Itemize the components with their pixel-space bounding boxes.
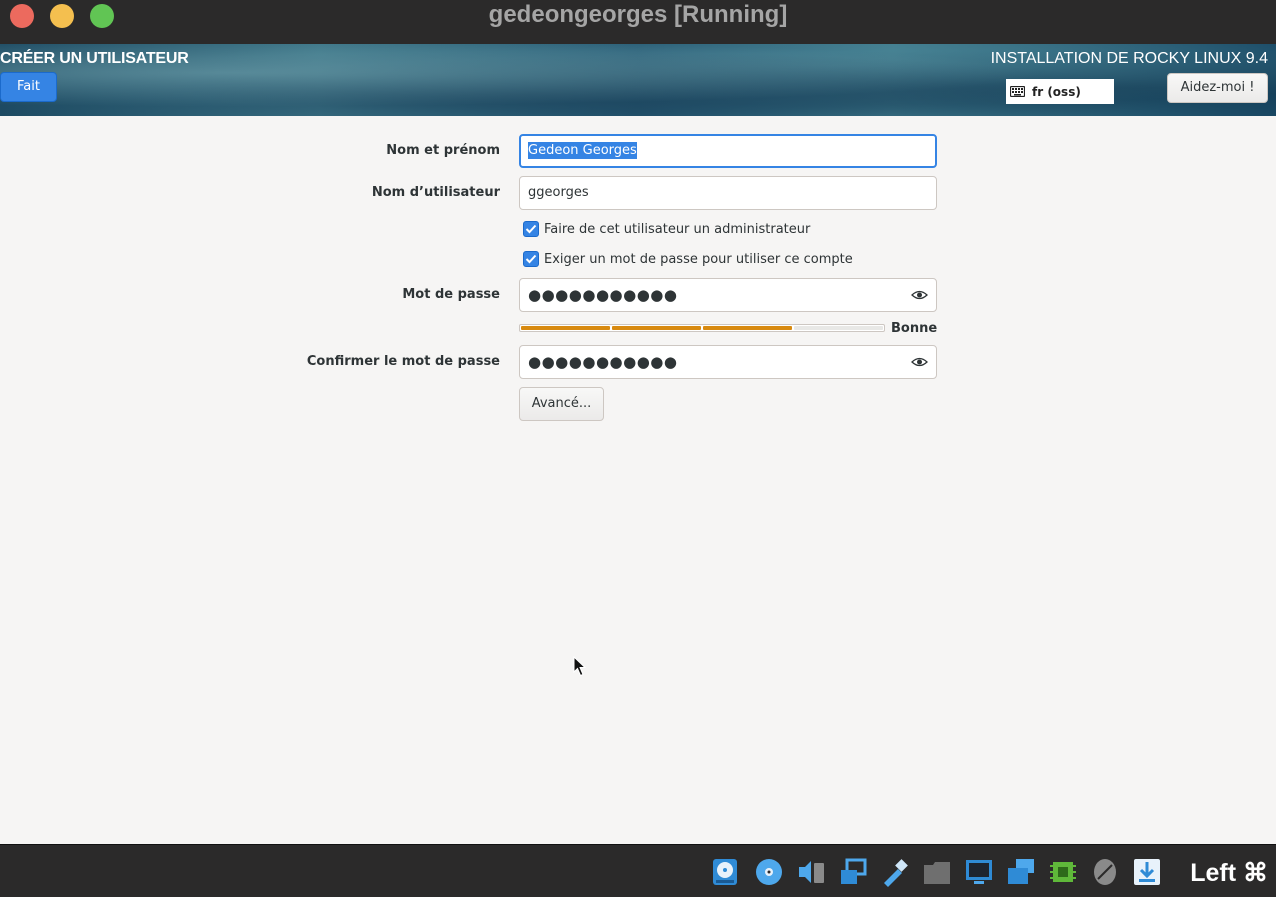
audio-icon[interactable]	[796, 857, 826, 887]
display-icon[interactable]	[964, 857, 994, 887]
cpu-icon[interactable]	[1048, 857, 1078, 887]
username-label: Nom d’utilisateur	[371, 185, 500, 200]
window-title: gedeongeorges [Running]	[488, 1, 788, 28]
strength-segment	[703, 326, 792, 330]
spoke-title: CRÉER UN UTILISATEUR	[0, 50, 189, 67]
vm-window-titlebar: gedeongeorges [Running]	[0, 0, 1276, 45]
admin-checkbox-row[interactable]: Faire de cet utilisateur un administrate…	[523, 221, 810, 237]
host-key-label: Left ⌘	[1190, 859, 1268, 887]
optical-disk-icon[interactable]	[754, 857, 784, 887]
fullname-input[interactable]: Gedeon Georges	[519, 134, 937, 168]
username-input[interactable]: ggeorges	[519, 176, 937, 210]
keyboard-capture-icon[interactable]	[1132, 857, 1162, 887]
checkmark-icon	[525, 224, 537, 234]
confirm-password-label: Confirmer le mot de passe	[306, 354, 500, 369]
require-password-checkbox[interactable]	[523, 251, 539, 267]
hard-disk-icon[interactable]	[710, 857, 740, 887]
fullname-value: Gedeon Georges	[528, 142, 637, 159]
fullname-label: Nom et prénom	[386, 143, 500, 158]
keyboard-layout-indicator[interactable]: fr (oss)	[1006, 79, 1114, 104]
vm-status-bar: Left ⌘	[0, 844, 1276, 897]
password-input[interactable]: ●●●●●●●●●●●	[519, 278, 937, 312]
require-password-checkbox-row[interactable]: Exiger un mot de passe pour utiliser ce …	[523, 251, 853, 267]
password-label: Mot de passe	[402, 287, 500, 302]
product-title: INSTALLATION DE ROCKY LINUX 9.4	[990, 50, 1268, 67]
show-password-eye-icon[interactable]	[911, 356, 928, 368]
confirm-password-value: ●●●●●●●●●●●	[528, 353, 678, 371]
strength-segment	[612, 326, 701, 330]
show-password-eye-icon[interactable]	[911, 289, 928, 301]
recording-icon[interactable]	[1006, 857, 1036, 887]
strength-segment	[794, 326, 883, 330]
password-strength-bar	[519, 324, 885, 332]
password-strength-label: Bonne	[891, 321, 938, 336]
admin-checkbox[interactable]	[523, 221, 539, 237]
done-button[interactable]: Fait	[0, 72, 57, 102]
require-password-checkbox-label: Exiger un mot de passe pour utiliser ce …	[544, 251, 853, 267]
keyboard-layout-label: fr (oss)	[1032, 84, 1081, 99]
password-value: ●●●●●●●●●●●	[528, 286, 678, 304]
confirm-password-input[interactable]: ●●●●●●●●●●●	[519, 345, 937, 379]
username-value: ggeorges	[528, 185, 589, 200]
shared-folders-icon[interactable]	[922, 857, 952, 887]
admin-checkbox-label: Faire de cet utilisateur un administrate…	[544, 221, 811, 237]
strength-segment	[521, 326, 610, 330]
mouse-integration-icon[interactable]	[1090, 857, 1120, 887]
mouse-pointer-icon	[573, 656, 586, 677]
checkmark-icon	[525, 254, 537, 264]
usb-icon[interactable]	[880, 857, 910, 887]
spoke-header: CRÉER UN UTILISATEUR Fait INSTALLATION D…	[0, 44, 1276, 116]
network-icon[interactable]	[838, 857, 868, 887]
keyboard-icon	[1010, 86, 1025, 97]
advanced-button[interactable]: Avancé...	[519, 387, 604, 421]
help-button[interactable]: Aidez-moi !	[1167, 73, 1268, 103]
